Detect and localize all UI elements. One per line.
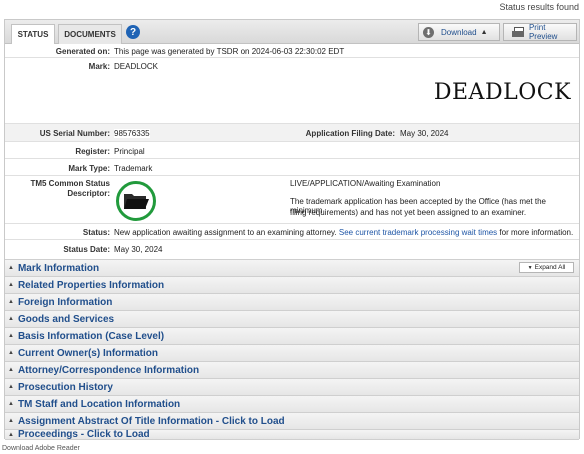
section-foreign-information[interactable]: ▲ Foreign Information xyxy=(5,293,579,310)
status-row: Status: New application awaiting assignm… xyxy=(5,224,579,240)
expand-triangle-icon: ▲ xyxy=(8,350,14,356)
section-label: Proceedings - Click to Load xyxy=(17,429,150,440)
filing-date-value: May 30, 2024 xyxy=(400,129,449,138)
status-date-row: Status Date: May 30, 2024 xyxy=(5,240,579,257)
tm5-desc-line2: filing requirements) and has not yet bee… xyxy=(290,208,527,217)
filing-date-label: Application Filing Date: xyxy=(305,129,395,138)
mark-row: Mark: DEADLOCK DEADLOCK xyxy=(5,58,579,124)
status-label: Status: xyxy=(82,228,110,237)
folder-icon xyxy=(124,194,149,209)
tm5-row: TM5 Common Status Descriptor: LIVE/APPLI… xyxy=(5,176,579,224)
section-proceedings[interactable]: ▲ Proceedings - Click to Load xyxy=(5,429,579,440)
processing-wait-times-link[interactable]: See current trademark processing wait ti… xyxy=(339,228,497,237)
expand-triangle-icon: ▲ xyxy=(8,367,14,373)
expand-all-label: Expand All xyxy=(534,264,566,271)
expand-triangle-icon: ▲ xyxy=(8,333,14,339)
mark-value: DEADLOCK xyxy=(114,62,159,71)
section-label: Basis Information (Case Level) xyxy=(17,330,165,342)
status-value: New application awaiting assignment to a… xyxy=(114,228,573,237)
download-button[interactable]: ⬇ Download ▲ xyxy=(418,23,500,41)
mark-type-label: Mark Type: xyxy=(68,164,110,173)
section-related-properties[interactable]: ▲ Related Properties Information xyxy=(5,276,579,293)
download-icon: ⬇ xyxy=(423,26,434,38)
status-date-label: Status Date: xyxy=(63,245,110,254)
mark-image: DEADLOCK xyxy=(433,80,571,105)
download-label: Download xyxy=(441,27,477,37)
serial-label: US Serial Number: xyxy=(39,129,110,138)
section-label: Mark Information xyxy=(17,262,100,274)
expand-triangle-icon: ▲ xyxy=(8,418,14,424)
status-panel: STATUS DOCUMENTS ? ⬇ Download ▲ Print Pr… xyxy=(4,19,580,440)
printer-icon xyxy=(512,27,524,37)
section-assignment-abstract[interactable]: ▲ Assignment Abstract Of Title Informati… xyxy=(5,412,579,429)
status-date-value: May 30, 2024 xyxy=(114,245,163,254)
mark-label: Mark: xyxy=(88,62,110,71)
expand-all-button[interactable]: ▼ Expand All xyxy=(519,262,574,273)
section-label: Goods and Services xyxy=(17,313,115,325)
section-label: Assignment Abstract Of Title Information… xyxy=(17,415,285,427)
expand-triangle-icon: ▲ xyxy=(8,431,14,438)
tab-status[interactable]: STATUS xyxy=(11,24,55,44)
section-attorney-correspondence[interactable]: ▲ Attorney/Correspondence Information xyxy=(5,361,579,378)
serial-value: 98576335 xyxy=(114,129,150,138)
generated-on-row: Generated on: This page was generated by… xyxy=(5,44,579,58)
section-basis-information[interactable]: ▲ Basis Information (Case Level) xyxy=(5,327,579,344)
section-label: Related Properties Information xyxy=(17,279,165,291)
register-value: Principal xyxy=(114,147,145,156)
generated-on-value: This page was generated by TSDR on 2024-… xyxy=(114,47,345,56)
tm5-status-text: LIVE/APPLICATION/Awaiting Examination xyxy=(290,179,441,188)
toolbar: STATUS DOCUMENTS ? ⬇ Download ▲ Print Pr… xyxy=(5,20,579,44)
register-label: Register: xyxy=(75,147,110,156)
generated-on-label: Generated on: xyxy=(55,47,110,56)
section-label: Attorney/Correspondence Information xyxy=(17,364,200,376)
section-current-owners[interactable]: ▲ Current Owner(s) Information xyxy=(5,344,579,361)
tm5-label-line1: TM5 Common Status xyxy=(30,179,110,188)
caret-up-icon: ▲ xyxy=(480,28,488,36)
register-row: Register: Principal xyxy=(5,142,579,159)
section-goods-and-services[interactable]: ▲ Goods and Services xyxy=(5,310,579,327)
status-results-found: Status results found xyxy=(499,2,579,12)
section-label: TM Staff and Location Information xyxy=(17,398,181,410)
section-tm-staff-location[interactable]: ▲ TM Staff and Location Information xyxy=(5,395,579,412)
serial-row: US Serial Number: 98576335 Application F… xyxy=(5,124,579,142)
mark-type-row: Mark Type: Trademark xyxy=(5,159,579,176)
expand-triangle-icon: ▲ xyxy=(8,384,14,390)
status-suffix: for more information. xyxy=(499,228,574,237)
status-text: New application awaiting assignment to a… xyxy=(114,228,337,237)
section-prosecution-history[interactable]: ▲ Prosecution History xyxy=(5,378,579,395)
section-label: Foreign Information xyxy=(17,296,113,308)
print-preview-button[interactable]: Print Preview xyxy=(503,23,577,41)
help-icon[interactable]: ? xyxy=(126,25,140,39)
expand-triangle-icon: ▲ xyxy=(8,265,14,271)
print-preview-label: Print Preview xyxy=(528,23,558,41)
section-label: Current Owner(s) Information xyxy=(17,347,158,359)
download-reader-link[interactable]: Download Adobe Reader xyxy=(2,445,80,452)
caret-down-icon: ▼ xyxy=(527,264,533,271)
section-mark-information[interactable]: ▲ Mark Information ▼ Expand All xyxy=(5,259,579,276)
section-label: Prosecution History xyxy=(17,381,113,393)
tm5-status-badge xyxy=(116,181,156,221)
expand-triangle-icon: ▲ xyxy=(8,299,14,305)
mark-type-value: Trademark xyxy=(114,164,153,173)
expand-triangle-icon: ▲ xyxy=(8,316,14,322)
tm5-label-line2: Descriptor: xyxy=(67,189,110,198)
expand-triangle-icon: ▲ xyxy=(8,282,14,288)
expand-triangle-icon: ▲ xyxy=(8,401,14,407)
tab-documents[interactable]: DOCUMENTS xyxy=(58,24,122,44)
